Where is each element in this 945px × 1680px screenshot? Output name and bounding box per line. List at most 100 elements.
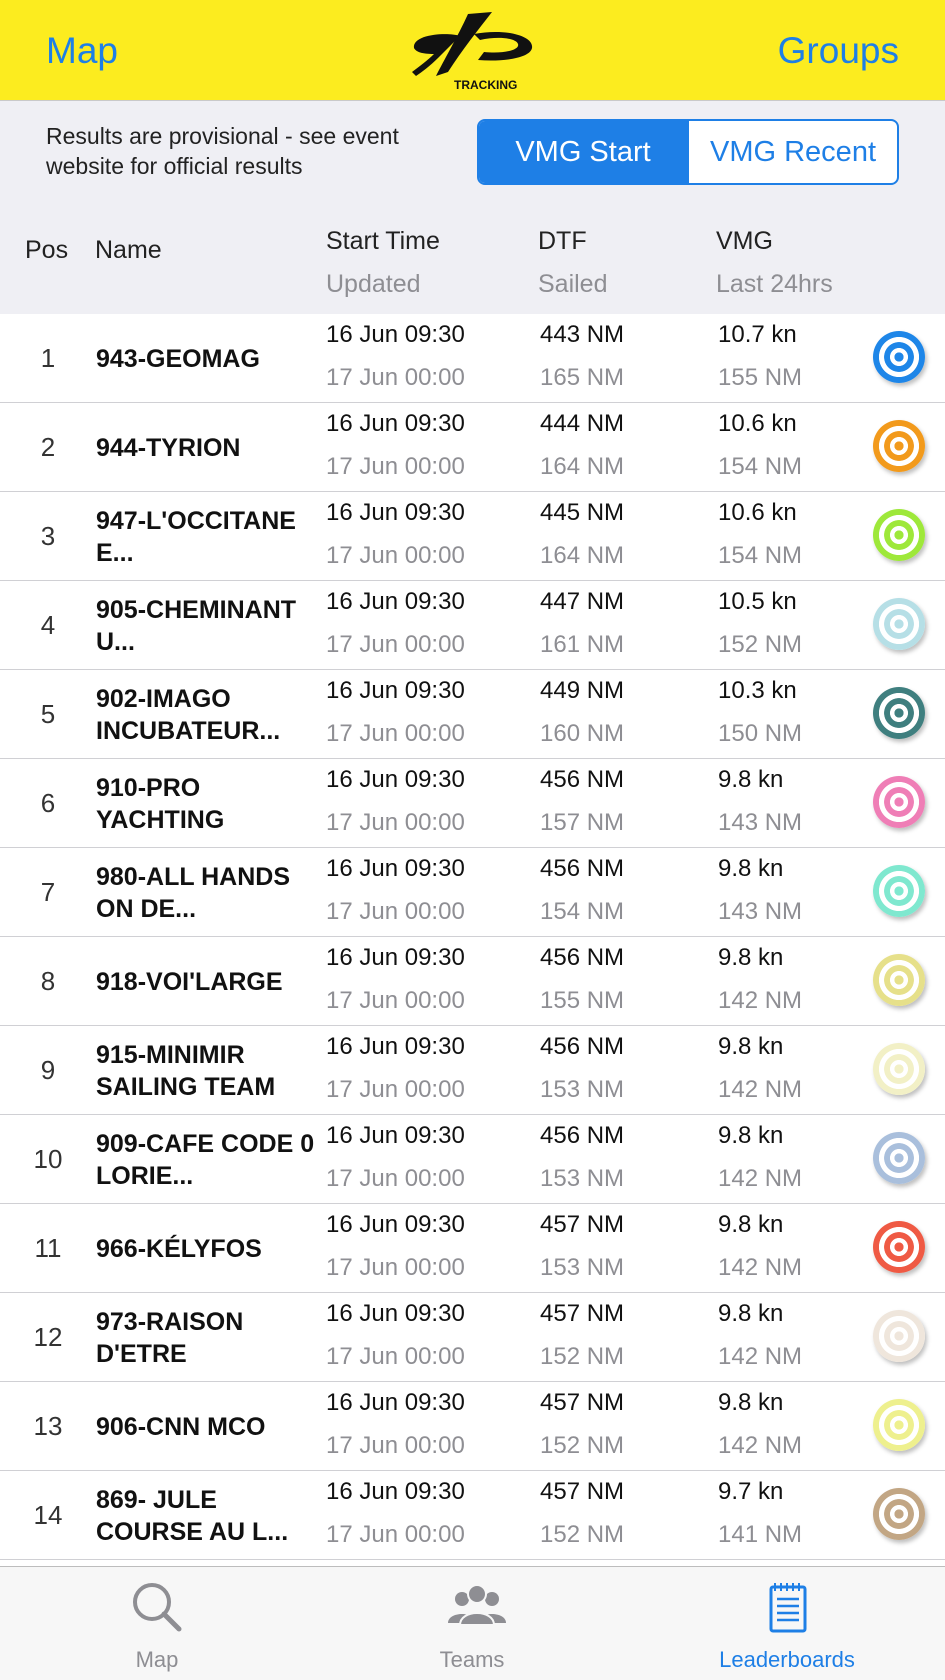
updated-time: 17 Jun 00:00 [326,987,465,1014]
boat-color-target-icon[interactable] [873,1043,925,1095]
boat-color-target-icon[interactable] [873,865,925,917]
sailed-value: 153 NM [540,1076,625,1103]
sailed-value: 155 NM [540,987,625,1014]
start-time: 16 Jun 09:30 [326,944,465,971]
row-name-cell: 944-TYRION [96,403,322,492]
vmg-value: 10.5 kn [718,588,797,615]
row-position: 6 [40,788,56,818]
sailed-value: 165 NM [540,364,625,391]
table-row[interactable]: 9 915-MINIMIR SAILING TEAM 16 Jun 09:30 17 … [0,1026,945,1115]
boat-color-target-icon[interactable] [873,1132,925,1184]
table-header: Pos Name Start Time Updated DTF Sailed V… [0,203,945,314]
dtf-value: 457 NM [540,1211,625,1238]
last24-value: 150 NM [718,720,803,747]
table-row[interactable]: 14 869- JULE COURSE AU L... 16 Jun 09:30 17… [0,1471,945,1560]
row-name-cell: 973-RAISON D'ETRE [96,1293,322,1382]
table-row[interactable]: 4 905-CHEMINANT U... 16 Jun 09:30 17 Jun 00… [0,581,945,670]
last24-value: 142 NM [718,1165,803,1192]
row-name-cell: 915-MINIMIR SAILING TEAM [96,1026,322,1115]
vmg-start-segment[interactable]: VMG Start [479,121,687,183]
boat-name: 944-TYRION [96,433,241,462]
table-row[interactable]: 13 906-CNN MCO 16 Jun 09:30 17 Jun 00:00 457… [0,1382,945,1471]
boat-color-target-icon[interactable] [873,776,925,828]
tab-map[interactable]: Map [57,1567,257,1680]
row-position: 10 [33,1144,63,1174]
last24-value: 142 NM [718,1432,803,1459]
table-row[interactable]: 11 966-KÉLYFOS 16 Jun 09:30 17 Jun 00:00 457… [0,1204,945,1293]
top-nav-bar: Map TRACKING Groups [0,0,945,101]
boat-color-target-icon[interactable] [873,687,925,739]
boat-color-target-icon[interactable] [873,331,925,383]
boat-color-target-icon[interactable] [873,509,925,561]
sailed-value: 153 NM [540,1165,625,1192]
dtf-value: 445 NM [540,499,625,526]
boat-color-target-icon[interactable] [873,420,925,472]
table-row[interactable]: 7 980-ALL HANDS ON DE... 16 Jun 09:30 17 Ju… [0,848,945,937]
last24-value: 143 NM [718,809,803,836]
boat-name: 973-RAISON D'ETRE [96,1307,244,1368]
map-link[interactable]: Map [46,30,118,72]
table-row[interactable]: 6 910-PRO YACHTING 16 Jun 09:30 17 Jun 00:0… [0,759,945,848]
boat-name: 918-VOI'LARGE [96,967,283,996]
vmg-value: 9.8 kn [718,855,784,882]
row-name-cell: 918-VOI'LARGE [96,937,322,1026]
last24-value: 142 NM [718,1076,803,1103]
vmg-value: 10.7 kn [718,321,797,348]
boat-color-target-icon[interactable] [873,1310,925,1362]
boat-name: 869- JULE COURSE AU L... [96,1485,289,1546]
groups-link[interactable]: Groups [778,30,899,72]
vmg-value: 9.8 kn [718,944,784,971]
updated-time: 17 Jun 00:00 [326,1076,465,1103]
row-name-cell: 943-GEOMAG [96,314,322,403]
vmg-value: 10.3 kn [718,677,797,704]
last24-value: 143 NM [718,898,803,925]
vmg-value: 9.8 kn [718,1389,784,1416]
row-position: 3 [40,521,56,551]
table-row[interactable]: 8 918-VOI'LARGE 16 Jun 09:30 17 Jun 00:00 45… [0,937,945,1026]
boat-color-target-icon[interactable] [873,1221,925,1273]
boat-color-target-icon[interactable] [873,598,925,650]
yb-tracking-logo: TRACKING [412,12,533,92]
vmg-value: 9.8 kn [718,1300,784,1327]
dtf-value: 457 NM [540,1478,625,1505]
last24-value: 152 NM [718,631,803,658]
tab-leaderboards[interactable]: Leaderboards [687,1567,887,1680]
col-last24-header: Last 24hrs [716,270,833,298]
updated-time: 17 Jun 00:00 [326,1165,465,1192]
row-name-cell: 869- JULE COURSE AU L... [96,1471,322,1560]
boat-color-target-icon[interactable] [873,954,925,1006]
boat-name: 915-MINIMIR SAILING TEAM [96,1040,276,1101]
dtf-value: 456 NM [540,1033,625,1060]
table-row[interactable]: 12 973-RAISON D'ETRE 16 Jun 09:30 17 Jun 00… [0,1293,945,1382]
updated-time: 17 Jun 00:00 [326,809,465,836]
start-time: 16 Jun 09:30 [326,1389,465,1416]
start-time: 16 Jun 09:30 [326,1033,465,1060]
row-name-cell: 906-CNN MCO [96,1382,322,1471]
table-row[interactable]: 2 944-TYRION 16 Jun 09:30 17 Jun 00:00 444 N… [0,403,945,492]
table-row[interactable]: 10 909-CAFE CODE 0 LORIE... 16 Jun 09:30 17… [0,1115,945,1204]
row-position: 14 [33,1500,63,1530]
updated-time: 17 Jun 00:00 [326,720,465,747]
row-position: 11 [34,1233,62,1263]
updated-time: 17 Jun 00:00 [326,898,465,925]
boat-color-target-icon[interactable] [873,1399,925,1451]
boat-color-target-icon[interactable] [873,1488,925,1540]
start-time: 16 Jun 09:30 [326,1478,465,1505]
dtf-value: 456 NM [540,944,625,971]
updated-time: 17 Jun 00:00 [326,453,465,480]
table-row[interactable]: 3 947-L'OCCITANE E... 16 Jun 09:30 17 Jun 0… [0,492,945,581]
table-row[interactable]: 5 902-IMAGO INCUBATEUR... 16 Jun 09:30 17 J… [0,670,945,759]
tab-teams[interactable]: Teams [372,1567,572,1680]
start-time: 16 Jun 09:30 [326,410,465,437]
boat-name: 943-GEOMAG [96,344,260,373]
svg-text:TRACKING: TRACKING [454,78,517,92]
boat-name: 947-L'OCCITANE E... [96,506,296,567]
col-sailed-header: Sailed [538,270,608,298]
table-row[interactable]: 1 943-GEOMAG 16 Jun 09:30 17 Jun 00:00 443 N… [0,314,945,403]
row-position: 4 [40,610,56,640]
dtf-value: 456 NM [540,1122,625,1149]
vmg-recent-segment[interactable]: VMG Recent [687,121,897,183]
row-name-cell: 980-ALL HANDS ON DE... [96,848,322,937]
notepad-icon [769,1583,807,1633]
dtf-value: 457 NM [540,1300,625,1327]
